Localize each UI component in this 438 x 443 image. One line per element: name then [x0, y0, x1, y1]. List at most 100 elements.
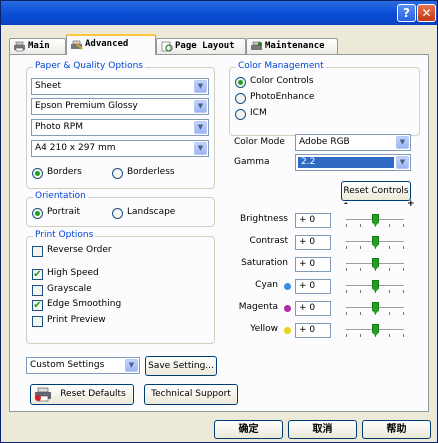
tab-maintenance[interactable]: Maintenance	[246, 38, 338, 54]
slider-tick	[389, 290, 390, 293]
tab-maintenance-label: Maintenance	[265, 41, 325, 51]
saturation-slider[interactable]	[346, 257, 404, 271]
slider-tick	[360, 246, 361, 249]
custom-settings-value: Custom Settings	[30, 360, 105, 370]
paper-source-value: Sheet	[35, 81, 62, 91]
wrench-icon	[71, 40, 83, 50]
tab-page-layout-label: Page Layout	[175, 41, 235, 51]
paper-type-value: Epson Premium Glossy	[35, 101, 138, 111]
printer-icon	[14, 41, 25, 52]
slider-tick	[389, 224, 390, 227]
advanced-panel: Paper & Quality Options Sheet ▼ Epson Pr…	[9, 54, 429, 412]
chevron-down-icon: ▼	[194, 100, 207, 113]
slider-thumb[interactable]	[372, 214, 379, 226]
printer-properties-window: ? ✕ Main Advanced Page Layout Maintenanc…	[0, 0, 438, 443]
slider-tick	[360, 268, 361, 271]
slider-thumb[interactable]	[372, 258, 379, 270]
custom-settings-select[interactable]: Custom Settings ▼	[26, 357, 140, 374]
saturation-value-field[interactable]: + 0	[295, 257, 331, 272]
print-options-group-label: Print Options	[33, 230, 96, 240]
paper-size-select[interactable]: A4 210 x 297 mm ▼	[31, 140, 209, 157]
slider-thumb[interactable]	[372, 236, 379, 248]
print-preview-label: Print Preview	[47, 315, 106, 325]
chevron-down-icon: ▼	[396, 136, 409, 149]
tab-page-layout[interactable]: Page Layout	[156, 38, 246, 54]
reset-controls-button[interactable]: Reset Controls	[341, 181, 411, 201]
paper-source-select[interactable]: Sheet ▼	[31, 78, 209, 95]
slider-tick	[346, 268, 347, 271]
landscape-label: Landscape	[127, 207, 176, 217]
yellow-slider[interactable]	[346, 323, 404, 337]
orientation-group-label: Orientation	[33, 191, 88, 201]
magenta-value-field[interactable]: + 0	[295, 301, 331, 316]
portrait-radio[interactable]	[32, 208, 43, 219]
contrast-value-field[interactable]: + 0	[295, 235, 331, 250]
chevron-down-icon: ▼	[125, 359, 138, 372]
slider-tick	[403, 268, 404, 271]
borderless-label: Borderless	[127, 167, 175, 177]
slider-plus-marker: +	[407, 199, 415, 209]
yellow-color-dot-icon	[284, 327, 291, 334]
borders-radio[interactable]	[32, 168, 43, 179]
slider-tick	[389, 312, 390, 315]
yellow-value-field[interactable]: + 0	[295, 323, 331, 338]
help-button[interactable]: 帮助	[362, 420, 431, 439]
landscape-radio[interactable]	[112, 208, 123, 219]
borderless-radio[interactable]	[112, 168, 123, 179]
cyan-slider[interactable]	[346, 279, 404, 293]
edge-smoothing-checkbox[interactable]: ✔	[32, 300, 43, 311]
tab-advanced[interactable]: Advanced	[66, 34, 156, 55]
quality-select[interactable]: Photo RPM ▼	[31, 119, 209, 136]
ok-button[interactable]: 确定	[214, 420, 283, 439]
color-mode-label: Color Mode	[234, 137, 285, 147]
slider-tick	[403, 334, 404, 337]
slider-tick	[360, 334, 361, 337]
color-mode-select[interactable]: Adobe RGB ▼	[295, 134, 411, 151]
tab-advanced-label: Advanced	[85, 39, 129, 49]
save-setting-button[interactable]: Save Setting...	[145, 356, 217, 376]
icm-radio[interactable]	[235, 109, 246, 120]
magenta-slider[interactable]	[346, 301, 404, 315]
color-mode-value: Adobe RGB	[299, 137, 350, 147]
slider-tick	[360, 312, 361, 315]
tab-main[interactable]: Main	[9, 38, 66, 54]
cancel-button[interactable]: 取消	[288, 420, 357, 439]
page-layout-icon	[161, 41, 173, 52]
slider-label-contrast: Contrast	[249, 236, 288, 246]
slider-thumb[interactable]	[372, 280, 379, 292]
slider-tick	[403, 312, 404, 315]
chevron-down-icon: ▼	[194, 142, 207, 155]
color-management-group-label: Color Management	[236, 61, 326, 71]
brightness-value-field[interactable]: + 0	[295, 213, 331, 228]
slider-label-cyan: Cyan	[255, 280, 278, 290]
cyan-color-dot-icon	[284, 283, 291, 290]
brightness-slider[interactable]	[346, 213, 404, 227]
gamma-label: Gamma	[234, 157, 270, 167]
magenta-color-dot-icon	[284, 305, 291, 312]
reset-defaults-button[interactable]: Reset Defaults	[30, 384, 134, 405]
grayscale-checkbox[interactable]	[32, 285, 43, 296]
chevron-down-icon: ▼	[194, 80, 207, 93]
high-speed-checkbox[interactable]: ✔	[32, 269, 43, 280]
title-bar: ? ✕	[1, 1, 437, 25]
slider-thumb[interactable]	[372, 302, 379, 314]
photoenhance-radio[interactable]	[235, 93, 246, 104]
slider-label-brightness: Brightness	[240, 214, 288, 224]
help-title-button[interactable]: ?	[397, 4, 416, 22]
slider-tick	[389, 334, 390, 337]
icm-label: ICM	[250, 108, 267, 118]
gamma-select[interactable]: 2.2 ▼	[295, 154, 411, 171]
color-controls-radio[interactable]	[235, 77, 246, 88]
slider-thumb[interactable]	[372, 324, 379, 336]
slider-tick	[360, 224, 361, 227]
contrast-slider[interactable]	[346, 235, 404, 249]
print-preview-checkbox[interactable]	[32, 316, 43, 327]
reverse-order-checkbox[interactable]	[32, 246, 43, 257]
paper-type-select[interactable]: Epson Premium Glossy ▼	[31, 98, 209, 115]
reset-defaults-label: Reset Defaults	[60, 389, 126, 399]
reverse-order-label: Reverse Order	[47, 245, 112, 255]
technical-support-button[interactable]: Technical Support	[144, 384, 238, 405]
close-title-button[interactable]: ✕	[417, 4, 436, 22]
cyan-value-field[interactable]: + 0	[295, 279, 331, 294]
slider-minus-marker: -	[344, 199, 348, 209]
